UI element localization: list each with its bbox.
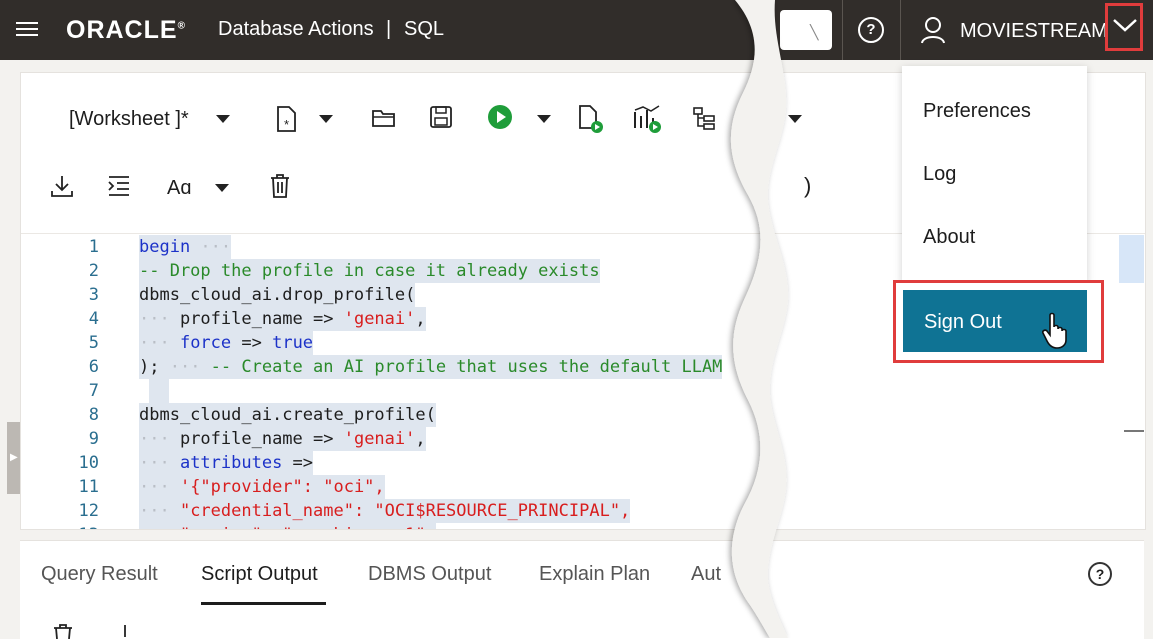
menu-item-log[interactable]: Log: [923, 163, 956, 186]
menu-item-about[interactable]: About: [923, 226, 975, 249]
menu-item-preferences[interactable]: Preferences: [923, 100, 1031, 123]
user-dropdown-menu: Preferences Log About: [902, 66, 1087, 284]
hand-cursor-icon: [1042, 312, 1067, 349]
sign-out-highlight: Sign Out: [893, 280, 1104, 363]
sign-out-label: Sign Out: [924, 311, 1002, 333]
